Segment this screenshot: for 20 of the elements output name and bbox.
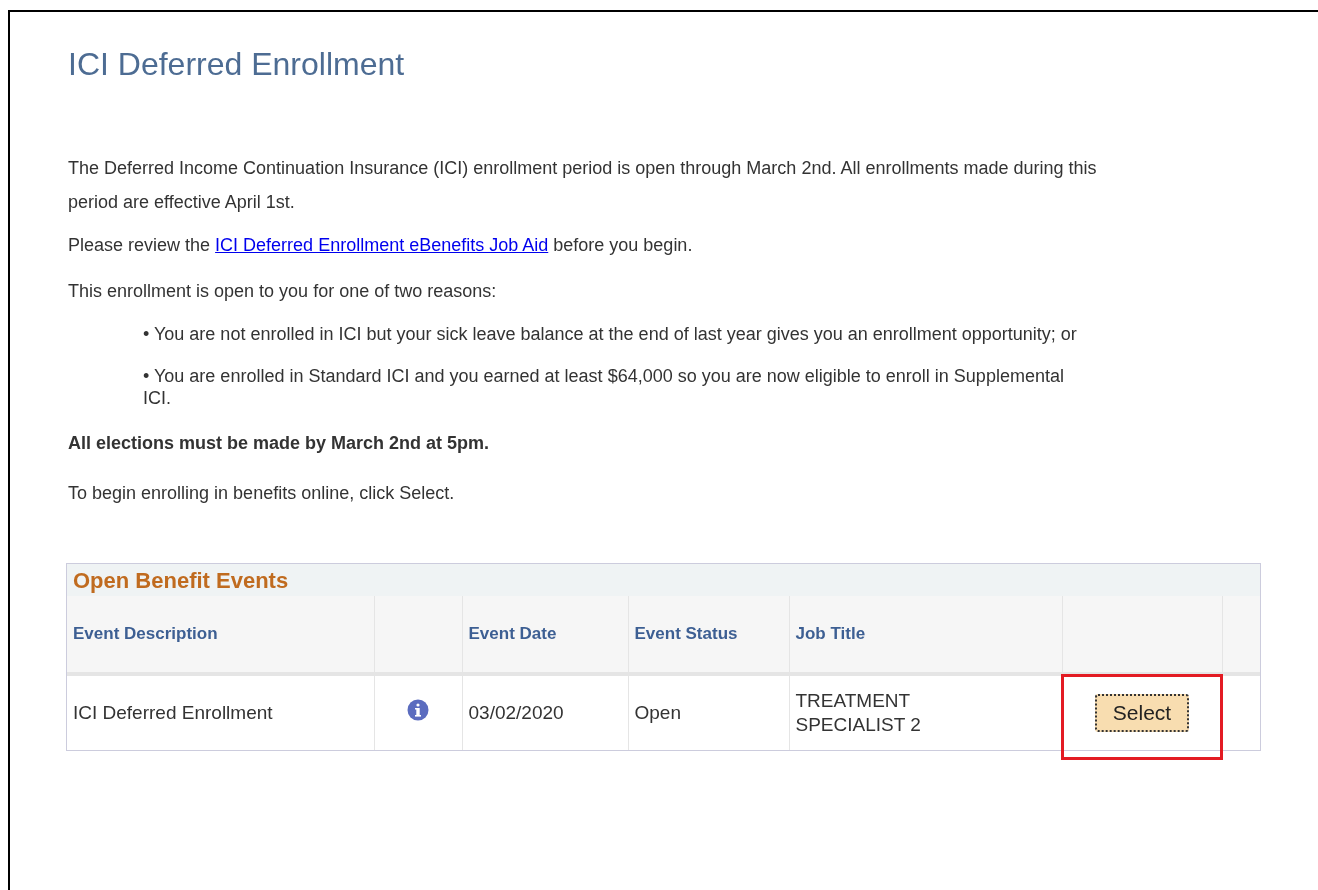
reason-item: • You are not enrolled in ICI but your sick leave balance at the end of last year gives you an enrollment opportunity; or bbox=[143, 323, 1078, 345]
info-icon[interactable] bbox=[407, 698, 429, 721]
intro-paragraph: The Deferred Income Continuation Insurance (ICI) enrollment period is open through March 2nd. All enrollments made during this period are effective April 1st. bbox=[68, 157, 1098, 214]
select-button[interactable]: Select bbox=[1094, 694, 1190, 732]
page-title: ICI Deferred Enrollment bbox=[68, 45, 406, 84]
column-header: Event Description bbox=[67, 596, 374, 674]
instruction-text: To begin enrolling in benefits online, click Select. bbox=[68, 482, 456, 505]
reason-item: • You are enrolled in Standard ICI and you earned at least $64,000 so you are now eligible to enroll in Supplemental ICI. bbox=[143, 365, 1065, 409]
grid-title: Open Benefit Events bbox=[73, 566, 289, 595]
table-cell: Open bbox=[628, 674, 789, 750]
column-header: Event Date bbox=[462, 596, 628, 674]
reasons-intro: This enrollment is open to you for one of two reasons: bbox=[68, 280, 498, 303]
column-header: Event Status bbox=[628, 596, 789, 674]
table-cell: ICI Deferred Enrollment bbox=[67, 674, 374, 750]
table-cell: 03/02/2020 bbox=[462, 674, 628, 750]
job-aid-link[interactable]: ICI Deferred Enrollment eBenefits Job Aid bbox=[215, 235, 549, 255]
review-paragraph: Please review the ICI Deferred Enrollment eBenefits Job Aid before you begin. bbox=[68, 234, 694, 257]
deadline-note: All elections must be made by March 2nd at 5pm. bbox=[68, 432, 491, 455]
column-header: Job Title bbox=[789, 596, 1062, 674]
table-cell: TREATMENT SPECIALIST 2 bbox=[789, 674, 1062, 750]
